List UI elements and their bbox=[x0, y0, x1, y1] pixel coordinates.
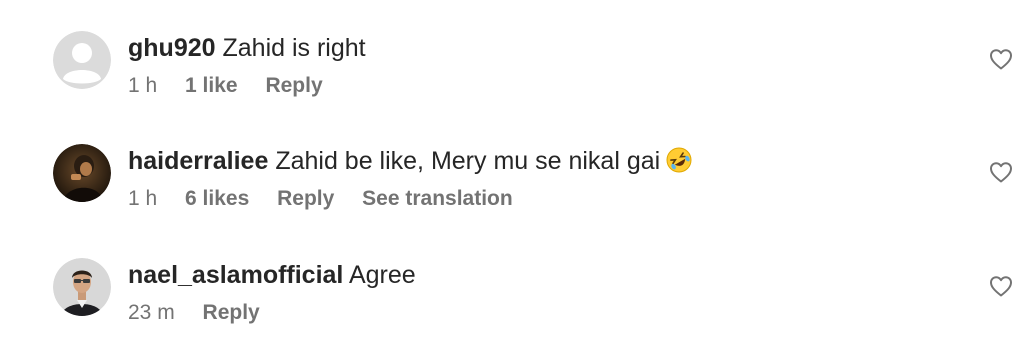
heart-icon[interactable] bbox=[989, 275, 1013, 297]
comment-time: 23 m bbox=[128, 301, 175, 324]
comment-text-line: haiderraliee Zahid be like, Mery mu se n… bbox=[128, 145, 692, 181]
comment-meta: 1 h 1 like Reply bbox=[128, 72, 345, 100]
comment-time: 1 h bbox=[128, 74, 158, 97]
heart-icon[interactable] bbox=[989, 161, 1013, 183]
comment-username[interactable]: ghu920 bbox=[128, 34, 216, 62]
comment-text-line: nael_aslamofficial Agree bbox=[128, 259, 416, 291]
comment-body: Agree bbox=[348, 261, 416, 289]
comment-item: ghu920 Zahid is right 1 h 1 like Reply bbox=[0, 28, 1025, 128]
heart-icon[interactable] bbox=[989, 48, 1013, 70]
reply-button[interactable]: Reply bbox=[277, 187, 334, 210]
see-translation-button[interactable]: See translation bbox=[362, 187, 513, 210]
comment-item: nael_aslamofficial Agree 23 m Reply bbox=[0, 255, 1025, 355]
comment-text-line: ghu920 Zahid is right bbox=[128, 32, 366, 64]
profile-photo bbox=[53, 258, 111, 316]
reply-button[interactable]: Reply bbox=[203, 301, 260, 324]
reply-button[interactable]: Reply bbox=[265, 74, 322, 97]
comment-time: 1 h bbox=[128, 187, 158, 210]
avatar[interactable] bbox=[53, 144, 111, 202]
rolling-on-floor-laughing-emoji bbox=[666, 147, 692, 181]
profile-photo bbox=[53, 144, 111, 202]
comment-username[interactable]: haiderraliee bbox=[128, 147, 268, 175]
comment-body: Zahid is right bbox=[222, 34, 366, 62]
comment-meta: 23 m Reply bbox=[128, 299, 282, 327]
default-user-icon bbox=[53, 31, 111, 89]
comment-item: haiderraliee Zahid be like, Mery mu se n… bbox=[0, 141, 1025, 241]
comment-likes-link[interactable]: 6 likes bbox=[185, 187, 249, 210]
comment-username[interactable]: nael_aslamofficial bbox=[128, 261, 343, 289]
avatar[interactable] bbox=[53, 258, 111, 316]
comment-body: Zahid be like, Mery mu se nikal gai bbox=[275, 147, 661, 175]
comment-likes-link[interactable]: 1 like bbox=[185, 74, 238, 97]
avatar[interactable] bbox=[53, 31, 111, 89]
comment-meta: 1 h 6 likes Reply See translation bbox=[128, 185, 535, 213]
